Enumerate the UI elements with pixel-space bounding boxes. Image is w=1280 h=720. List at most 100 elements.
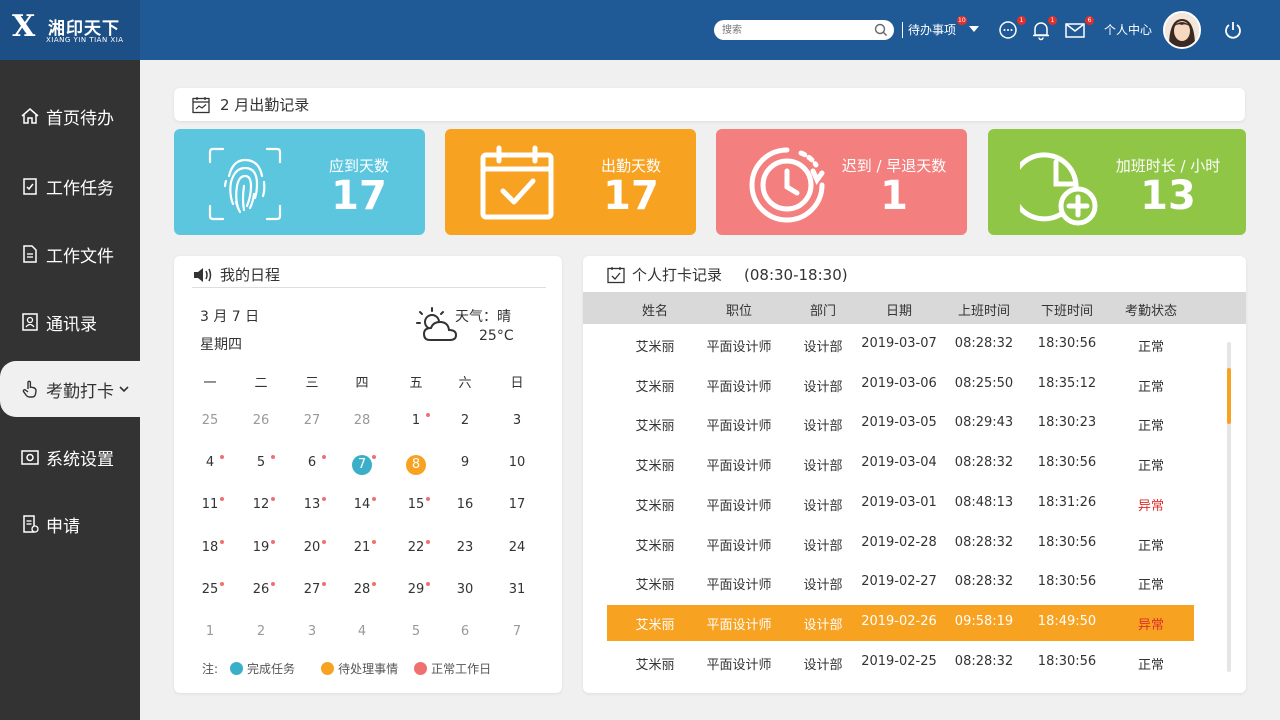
chat-icon[interactable] xyxy=(997,19,1019,41)
calendar-day[interactable]: 28 xyxy=(342,582,382,597)
calendar-day[interactable]: 21 xyxy=(342,540,382,555)
sidebar-item-attendance[interactable]: 考勤打卡 xyxy=(0,361,140,417)
table-cell: 2019-03-07 xyxy=(861,336,937,351)
calendar-day[interactable]: 23 xyxy=(445,540,485,555)
calendar-day[interactable]: 25 xyxy=(190,413,230,428)
calendar-day[interactable]: 30 xyxy=(445,582,485,597)
calendar-day[interactable]: 18 xyxy=(190,540,230,555)
table-cell: 平面设计师 xyxy=(706,379,772,395)
column-header[interactable]: 姓名 xyxy=(615,300,695,319)
profile-link[interactable]: 个人中心 xyxy=(1104,21,1152,38)
sidebar-item-contacts[interactable]: 通讯录 xyxy=(0,294,140,350)
calendar-day[interactable]: 16 xyxy=(445,497,485,512)
search-icon[interactable] xyxy=(874,23,888,37)
calendar-day[interactable]: 4 xyxy=(190,455,230,470)
calendar-day[interactable]: 17 xyxy=(497,497,537,512)
punch-title-row: 个人打卡记录 (08:30-18:30) xyxy=(607,264,848,285)
calendar-day[interactable]: 9 xyxy=(445,455,485,470)
table-cell: 2019-03-01 xyxy=(861,494,937,510)
table-cell: 正常 xyxy=(1137,578,1164,594)
table-row[interactable]: 艾米丽 平面设计师 设计部 2019-03-04 08:28:32 18:30:56 正常 xyxy=(607,446,1194,482)
table-row[interactable]: 艾米丽 平面设计师 设计部 2019-02-27 08:28:32 18:30:56 正常 xyxy=(607,565,1194,601)
legend-completed-dot xyxy=(230,662,244,675)
calendar-day[interactable]: 3 xyxy=(497,413,537,428)
calendar-day[interactable]: 12 xyxy=(241,497,281,512)
chat-badge: 1 xyxy=(1017,16,1026,25)
table-cell: 平面设计师 xyxy=(706,657,772,673)
calendar-day[interactable]: 19 xyxy=(241,540,281,555)
calendar-day[interactable]: 10 xyxy=(497,455,537,470)
calendar-day[interactable]: 27 xyxy=(292,413,332,428)
file-icon xyxy=(23,245,37,263)
table-row[interactable]: 艾米丽 平面设计师 设计部 2019-02-26 09:58:19 18:49:50 异常 xyxy=(607,604,1194,641)
calendar-day[interactable]: 5 xyxy=(241,455,281,470)
calendar-day[interactable]: 8 xyxy=(396,455,436,475)
calendar-day[interactable]: 6 xyxy=(445,624,485,639)
chevron-down-icon xyxy=(119,386,129,393)
calendar-day[interactable]: 4 xyxy=(342,624,382,639)
calendar-day[interactable]: 11 xyxy=(190,497,230,512)
table-cell: 艾米丽 xyxy=(635,379,675,395)
table-row[interactable]: 艾米丽 平面设计师 设计部 2019-03-01 08:48:13 18:31:26 异常 xyxy=(607,486,1194,522)
chevron-down-icon[interactable] xyxy=(966,21,982,37)
legend-workday-dot xyxy=(414,662,428,675)
sidebar-item-files[interactable]: 工作文件 xyxy=(0,226,140,282)
column-header[interactable]: 部门 xyxy=(783,300,863,319)
calendar-day[interactable]: 7 xyxy=(342,455,382,475)
column-header[interactable]: 下班时间 xyxy=(1027,300,1107,319)
avatar[interactable] xyxy=(1163,11,1201,49)
logo-letter: X xyxy=(12,9,36,44)
calendar-day[interactable]: 7 xyxy=(497,624,537,639)
sidebar-item-settings[interactable]: 系统设置 xyxy=(0,429,140,485)
sidebar-item-home[interactable]: 首页待办 xyxy=(0,88,140,144)
calendar-day[interactable]: 25 xyxy=(190,582,230,597)
calendar-day[interactable]: 1 xyxy=(190,624,230,639)
sidebar-item-tasks[interactable]: 工作任务 xyxy=(0,158,140,214)
calendar-day[interactable]: 26 xyxy=(241,582,281,597)
logo[interactable]: X 湘印天下 XIANG YIN TIAN XIA xyxy=(0,0,140,60)
calendar-day[interactable]: 28 xyxy=(342,413,382,428)
table-row[interactable]: 艾米丽 平面设计师 设计部 2019-02-28 08:28:32 18:30:56 正常 xyxy=(607,526,1194,562)
calendar-day[interactable]: 1 xyxy=(396,413,436,428)
column-header[interactable]: 考勤状态 xyxy=(1111,300,1191,319)
sidebar-item-apply[interactable]: 申请 xyxy=(0,496,140,552)
calendar-day[interactable]: 6 xyxy=(292,455,332,470)
table-cell: 18:35:12 xyxy=(1037,375,1097,391)
divider xyxy=(192,287,546,288)
calendar-day[interactable]: 14 xyxy=(342,497,382,512)
settings-icon xyxy=(21,450,39,465)
mail-icon[interactable] xyxy=(1064,19,1086,41)
calendar-day[interactable]: 20 xyxy=(292,540,332,555)
table-row[interactable]: 艾米丽 平面设计师 设计部 2019-02-25 08:28:32 18:30:56 正常 xyxy=(607,645,1194,681)
calendar-day[interactable]: 26 xyxy=(241,413,281,428)
calendar-day[interactable]: 5 xyxy=(396,624,436,639)
table-cell: 18:30:56 xyxy=(1037,574,1097,590)
calendar-day-number: 5 xyxy=(411,624,421,639)
apply-icon xyxy=(23,515,39,533)
table-row[interactable]: 艾米丽 平面设计师 设计部 2019-03-06 08:25:50 18:35:12 正常 xyxy=(607,367,1194,403)
calendar-day[interactable]: 13 xyxy=(292,497,332,512)
calendar-day[interactable]: 3 xyxy=(292,624,332,639)
column-header[interactable]: 职位 xyxy=(699,300,779,319)
calendar-day[interactable]: 27 xyxy=(292,582,332,597)
calendar-day[interactable]: 24 xyxy=(497,540,537,555)
search-input[interactable] xyxy=(714,20,864,40)
calendar-day[interactable]: 22 xyxy=(396,540,436,555)
calendar-day[interactable]: 2 xyxy=(241,624,281,639)
calendar-day[interactable]: 29 xyxy=(396,582,436,597)
power-icon[interactable] xyxy=(1222,19,1244,41)
table-cell: 08:29:43 xyxy=(954,415,1014,431)
column-header[interactable]: 日期 xyxy=(859,300,939,319)
speaker-icon xyxy=(194,267,212,282)
calendar-day[interactable]: 31 xyxy=(497,582,537,597)
table-row[interactable]: 艾米丽 平面设计师 设计部 2019-03-07 08:28:32 18:30:56 正常 xyxy=(607,327,1194,363)
table-row[interactable]: 艾米丽 平面设计师 设计部 2019-03-05 08:29:43 18:30:23 正常 xyxy=(607,406,1194,442)
scrollbar-thumb[interactable] xyxy=(1227,368,1231,424)
table-cell: 18:30:56 xyxy=(1037,455,1097,471)
calendar-day[interactable]: 15 xyxy=(396,497,436,512)
calendar-day[interactable]: 2 xyxy=(445,413,485,428)
calendar-day-number: 1 xyxy=(411,413,421,428)
column-header[interactable]: 上班时间 xyxy=(944,300,1024,319)
workday-dot xyxy=(271,455,275,459)
todo-menu[interactable]: 待办事项 xyxy=(908,21,956,38)
